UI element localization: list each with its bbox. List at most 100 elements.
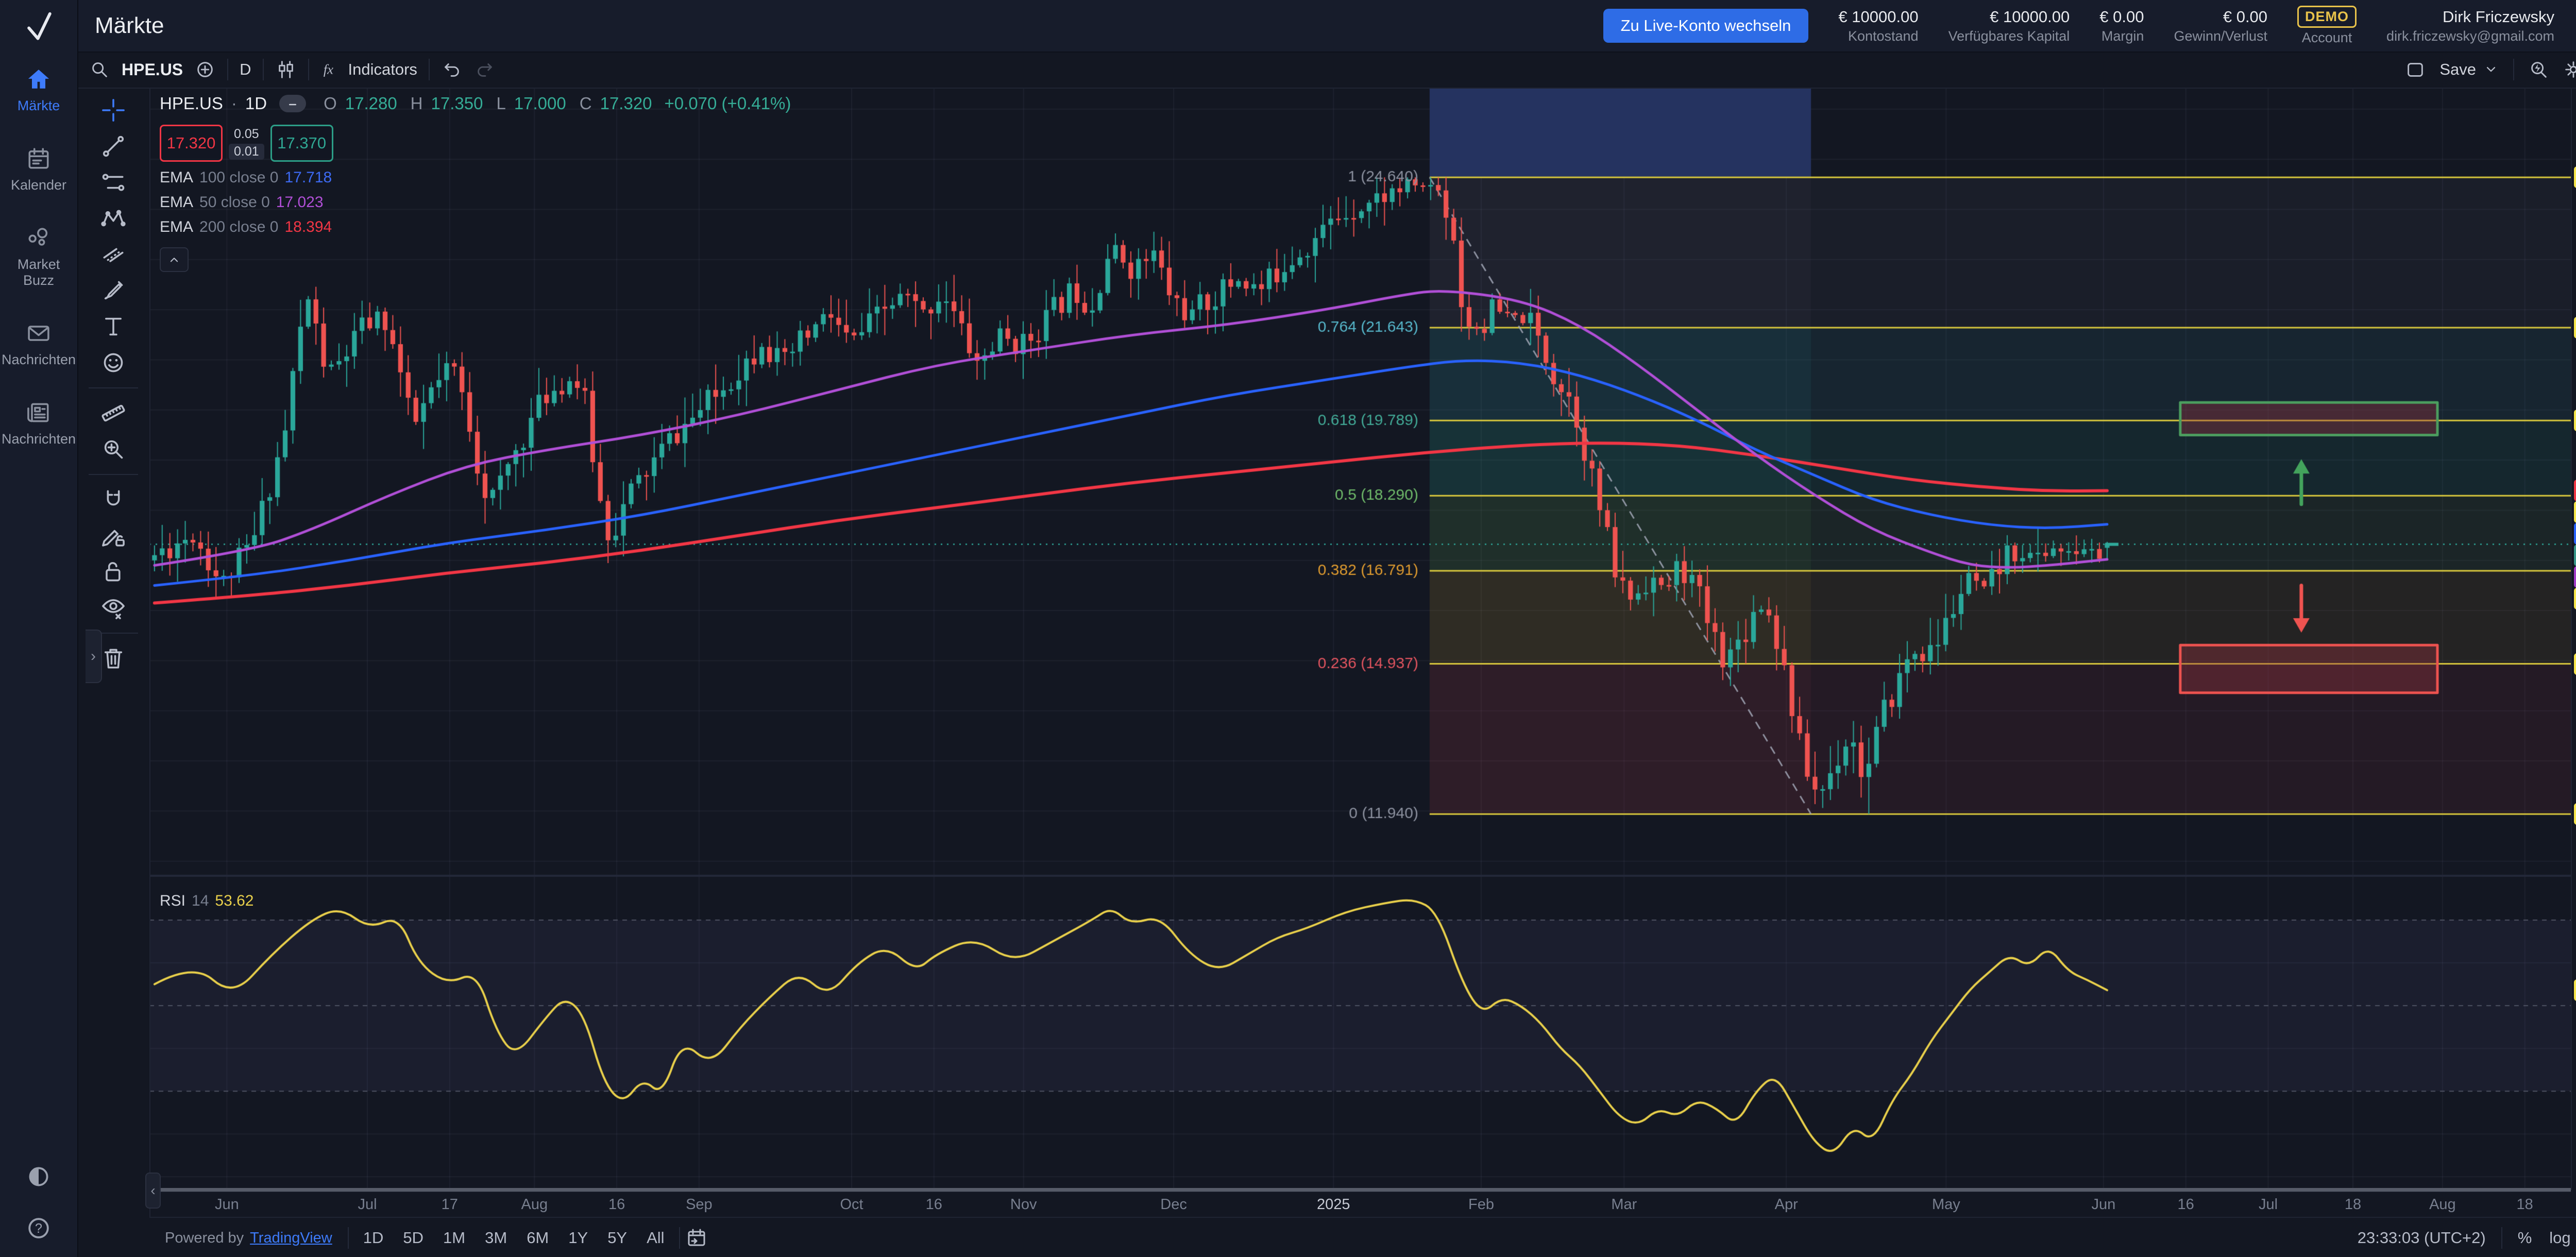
time-axis[interactable]: JunJul17Aug16SepOct16NovDec2025FebMarApr… — [149, 1191, 2571, 1218]
help-icon[interactable]: ? — [24, 1214, 53, 1243]
time-tick: Oct — [840, 1196, 863, 1213]
chart-type-icon[interactable] — [275, 59, 297, 80]
ohlc-label: L — [496, 94, 505, 113]
range-5d[interactable]: 5D — [403, 1229, 423, 1247]
range-all[interactable]: All — [647, 1229, 664, 1247]
app-logo[interactable] — [0, 0, 77, 52]
tradingview-link[interactable]: TradingView — [250, 1230, 332, 1247]
sidebar-item-nachrichten-mail[interactable]: Nachrichten — [0, 320, 77, 367]
save-button[interactable]: Save — [2439, 60, 2500, 79]
trash-tool-icon[interactable] — [99, 644, 128, 673]
lock-tool-icon[interactable] — [99, 557, 128, 586]
scale-percent[interactable]: % — [2518, 1229, 2532, 1247]
scale-log[interactable]: log — [2549, 1229, 2570, 1247]
indicator-row-ema100[interactable]: EMA 100 close 0 17.718 — [160, 169, 791, 186]
ohlc-open: 17.280 — [345, 94, 397, 113]
legend-symbol[interactable]: HPE.US — [160, 94, 223, 113]
calendar-icon — [25, 145, 52, 172]
undo-icon[interactable] — [441, 59, 463, 80]
time-tick: Nov — [1010, 1196, 1037, 1213]
range-1d[interactable]: 1D — [363, 1229, 384, 1247]
indicator-row-ema50[interactable]: EMA 50 close 0 17.023 — [160, 194, 791, 211]
sell-button[interactable]: 17.320 — [160, 125, 223, 162]
divider — [308, 59, 309, 80]
buy-button[interactable]: 17.370 — [270, 125, 333, 162]
crosshair-tool-icon[interactable] — [99, 96, 128, 125]
bottom-panel-collapse-handle[interactable]: ‹ — [145, 1173, 161, 1209]
range-5y[interactable]: 5Y — [607, 1229, 627, 1247]
time-tick: 16 — [926, 1196, 942, 1213]
gear-icon[interactable] — [2563, 59, 2576, 80]
range-6m[interactable]: 6M — [527, 1229, 549, 1247]
channel-tool-icon[interactable] — [99, 240, 128, 269]
legend-collapse-button[interactable] — [160, 247, 189, 272]
mail-icon — [25, 320, 52, 347]
brush-tool-icon[interactable] — [99, 276, 128, 305]
time-tick: Feb — [1468, 1196, 1494, 1213]
indicators-label: Indicators — [348, 60, 417, 79]
time-tick: Aug — [2429, 1196, 2456, 1213]
price-axis[interactable]: 26.00025.00024.00023.00022.00021.00020.0… — [2571, 88, 2576, 1190]
eye-tool-icon[interactable] — [99, 593, 128, 622]
pencil-lock-tool-icon[interactable] — [99, 521, 128, 550]
divider — [2513, 59, 2514, 80]
indicators-button[interactable]: fx Indicators — [320, 59, 417, 80]
search-icon[interactable] — [89, 59, 110, 80]
user-email: dirk.friczewsky@gmail.com — [2386, 28, 2554, 44]
zoom-tool-icon[interactable] — [99, 435, 128, 464]
price-badge: 18.290 — [2574, 501, 2576, 523]
time-tick: Jun — [215, 1196, 239, 1213]
divider — [263, 59, 264, 80]
range-3m[interactable]: 3M — [485, 1229, 507, 1247]
range-1m[interactable]: 1M — [443, 1229, 465, 1247]
ohlc-low: 17.000 — [514, 94, 566, 113]
rsi-name: RSI — [160, 892, 185, 910]
text-tool-icon[interactable] — [99, 312, 128, 341]
chevron-down-icon — [2482, 61, 2500, 78]
xabcd-tool-icon[interactable] — [99, 204, 128, 233]
time-tick: 16 — [2178, 1196, 2194, 1213]
ema-value: 17.718 — [284, 169, 332, 186]
sidebar-item-kalender[interactable]: Kalender — [0, 145, 77, 193]
time-tick: Jun — [2092, 1196, 2116, 1213]
rsi-legend[interactable]: RSI 14 53.62 — [160, 892, 253, 910]
compare-add-icon[interactable] — [194, 59, 216, 80]
magnet-tool-icon[interactable] — [99, 485, 128, 514]
left-nav: Märkte Kalender Market Buzz Nachrichten … — [0, 0, 78, 1257]
time-tick: Dec — [1160, 1196, 1187, 1213]
interval-button[interactable]: D — [240, 60, 251, 79]
chart-legend: HPE.US · 1D O17.280 H17.350 L17.000 C17.… — [160, 94, 791, 272]
symbol-search-button[interactable]: HPE.US — [122, 60, 183, 79]
svg-text:fx: fx — [323, 62, 333, 77]
drawing-toolbar-expand-handle[interactable]: › — [86, 630, 102, 683]
sidebar-item-market-buzz[interactable]: Market Buzz — [0, 225, 77, 287]
range-1y[interactable]: 1Y — [568, 1229, 588, 1247]
stat-margin: € 0.00 Margin — [2099, 8, 2144, 44]
trendline-tool-icon[interactable] — [99, 132, 128, 161]
clock[interactable]: 23:33:03 (UTC+2) — [2358, 1229, 2486, 1247]
quick-search-icon[interactable] — [2528, 59, 2549, 80]
price-badge: 53.62 — [2574, 979, 2576, 1001]
pane-resize-handle[interactable] — [149, 1188, 2571, 1192]
theme-toggle-icon[interactable] — [24, 1162, 53, 1191]
legend-separator: · — [231, 94, 237, 113]
price-badge: 24.640 — [2574, 166, 2576, 188]
divider — [429, 59, 430, 80]
layout-icon[interactable] — [2404, 59, 2426, 80]
ruler-tool-icon[interactable] — [99, 399, 128, 428]
bottom-toolbar: Powered by TradingView 1D5D1M3M6M1Y5YAll… — [149, 1217, 2576, 1257]
price-badge: 17.320 — [2574, 545, 2576, 566]
indicator-row-ema200[interactable]: EMA 200 close 0 18.394 — [160, 218, 791, 236]
ema-params: 50 close 0 — [199, 194, 270, 211]
fx-icon: fx — [320, 59, 342, 80]
fib-tool-icon[interactable] — [99, 168, 128, 197]
smiley-tool-icon[interactable] — [99, 348, 128, 377]
legend-toggle-pill[interactable] — [279, 95, 306, 112]
goto-date-icon[interactable] — [685, 1227, 708, 1249]
sidebar-item-label: Nachrichten — [1, 431, 77, 447]
page-title: Märkte — [95, 13, 164, 39]
switch-to-live-button[interactable]: Zu Live-Konto wechseln — [1603, 9, 1809, 43]
sidebar-item-nachrichten-news[interactable]: Nachrichten — [0, 399, 77, 447]
sidebar-item-maerkte[interactable]: Märkte — [0, 66, 77, 113]
redo-icon[interactable] — [474, 59, 496, 80]
